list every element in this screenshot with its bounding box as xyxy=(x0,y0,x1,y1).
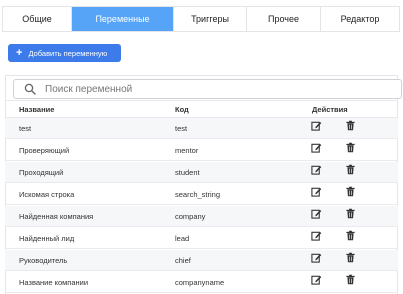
table-row: Проходящий student xyxy=(5,162,398,183)
trash-icon[interactable] xyxy=(345,228,356,241)
add-variable-label: Добавить переменную xyxy=(28,48,108,58)
variable-code: lead xyxy=(175,234,190,243)
table-row: Найденный лид lead xyxy=(5,228,398,249)
edit-icon[interactable] xyxy=(311,250,322,263)
tab-other[interactable]: Прочее xyxy=(247,7,321,31)
edit-icon[interactable] xyxy=(311,184,322,197)
search-icon xyxy=(24,83,36,95)
trash-icon[interactable] xyxy=(345,206,356,219)
search-input[interactable] xyxy=(45,83,375,95)
trash-icon[interactable] xyxy=(345,118,356,131)
trash-icon[interactable] xyxy=(345,184,356,197)
table-header: Название Код Действия xyxy=(5,100,398,118)
search-box[interactable] xyxy=(13,79,402,99)
tab-variables[interactable]: Переменные xyxy=(72,7,174,31)
table-row: Найденная компания company xyxy=(5,206,398,227)
tab-general[interactable]: Общие xyxy=(3,7,72,31)
variable-code: companyname xyxy=(175,278,225,287)
trash-icon[interactable] xyxy=(345,140,356,153)
edit-icon[interactable] xyxy=(311,162,322,175)
variable-name: Найденная компания xyxy=(19,212,94,221)
variable-name: test xyxy=(19,124,32,133)
variable-code: test xyxy=(175,124,188,133)
variable-name: Название компании xyxy=(19,278,89,287)
edit-icon[interactable] xyxy=(311,140,322,153)
variable-name: Проверяющий xyxy=(19,146,70,155)
column-header-name: Название xyxy=(19,105,55,114)
table-row: test test xyxy=(5,118,398,139)
tab-editor[interactable]: Редактор xyxy=(321,7,399,31)
edit-icon[interactable] xyxy=(311,118,322,131)
table-row: Название компании companyname xyxy=(5,272,398,293)
edit-icon[interactable] xyxy=(311,228,322,241)
column-header-actions: Действия xyxy=(312,105,348,114)
trash-icon[interactable] xyxy=(345,272,356,285)
variable-name: Искомая строка xyxy=(19,190,75,199)
variable-code: mentor xyxy=(175,146,199,155)
variable-name: Найденный лид xyxy=(19,234,75,243)
trash-icon[interactable] xyxy=(345,162,356,175)
edit-icon[interactable] xyxy=(311,206,322,219)
variable-code: search_string xyxy=(175,190,221,199)
variable-name: Руководитель xyxy=(19,256,68,265)
variable-code: chief xyxy=(175,256,191,265)
plus-icon: + xyxy=(16,46,23,59)
table-row: Руководитель chief xyxy=(5,250,398,271)
tab-bar: Общие Переменные Триггеры Прочее Редакто… xyxy=(2,6,400,32)
column-header-code: Код xyxy=(175,105,189,114)
table-row: Искомая строка search_string xyxy=(5,184,398,205)
variable-code: company xyxy=(175,212,206,221)
edit-icon[interactable] xyxy=(311,272,322,285)
trash-icon[interactable] xyxy=(345,250,356,263)
table-row: Проверяющий mentor xyxy=(5,140,398,161)
variable-code: student xyxy=(175,168,200,177)
variable-name: Проходящий xyxy=(19,168,64,177)
tab-triggers[interactable]: Триггеры xyxy=(174,7,247,31)
add-variable-button[interactable]: + Добавить переменную xyxy=(8,44,121,62)
